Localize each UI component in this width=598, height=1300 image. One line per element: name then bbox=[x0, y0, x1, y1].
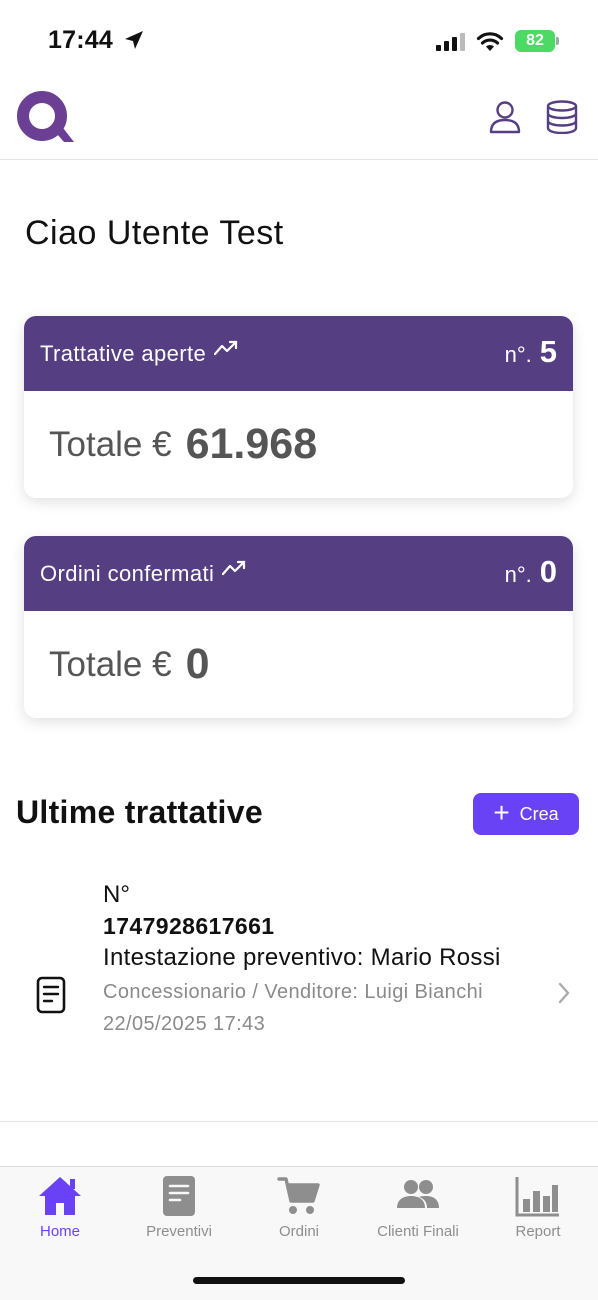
tab-label: Home bbox=[39, 1223, 80, 1240]
status-bar: 17:44 82 bbox=[0, 0, 598, 82]
create-deal-button[interactable]: + Crea bbox=[473, 793, 579, 835]
app-logo[interactable] bbox=[16, 88, 74, 151]
deal-date: 22/05/2025 17:43 bbox=[103, 1013, 266, 1035]
bar-chart-icon bbox=[515, 1177, 559, 1217]
create-label: Crea bbox=[519, 803, 559, 824]
deal-seller: Concessionario / Venditore: Luigi Bianch… bbox=[103, 981, 483, 1003]
tab-report[interactable]: Report bbox=[478, 1175, 598, 1251]
card-title: Ordini confermati bbox=[40, 560, 215, 586]
document-icon bbox=[36, 976, 66, 1019]
card-body: Totale € 0 bbox=[24, 611, 573, 718]
tab-ordini[interactable]: Ordini bbox=[239, 1175, 359, 1251]
card-body: Totale € 61.968 bbox=[24, 391, 573, 498]
battery-level: 82 bbox=[515, 30, 555, 52]
trend-icon bbox=[214, 340, 238, 361]
battery-cap bbox=[556, 37, 559, 45]
open-deals-card[interactable]: Trattative aperte n°. 5 Totale € 61.968 bbox=[24, 316, 573, 498]
status-time: 17:44 bbox=[48, 26, 113, 54]
card-title: Trattative aperte bbox=[40, 340, 207, 366]
location-arrow-icon bbox=[124, 30, 144, 55]
count-value: 0 bbox=[539, 554, 557, 589]
coins-stack-icon bbox=[546, 100, 578, 134]
tab-clienti-finali[interactable]: Clienti Finali bbox=[358, 1175, 478, 1251]
tab-preventivi[interactable]: Preventivi bbox=[119, 1175, 239, 1251]
tab-label: Clienti Finali bbox=[377, 1223, 459, 1240]
tab-label: Report bbox=[515, 1223, 561, 1240]
home-icon bbox=[39, 1177, 81, 1215]
tab-home[interactable]: Home bbox=[0, 1175, 120, 1251]
wifi-icon bbox=[476, 30, 504, 57]
count-value: 5 bbox=[539, 334, 557, 369]
total-value: 0 bbox=[185, 640, 210, 688]
count-prefix: n°. bbox=[504, 562, 532, 587]
profile-button[interactable] bbox=[484, 96, 526, 138]
total-label: Totale € bbox=[49, 424, 172, 464]
app-header bbox=[0, 82, 598, 160]
card-header: Trattative aperte n°. 5 bbox=[24, 316, 573, 391]
deal-details: N° 1747928617661 Intestazione preventivo… bbox=[103, 880, 523, 1040]
battery-indicator: 82 bbox=[515, 30, 559, 52]
card-header: Ordini confermati n°. 0 bbox=[24, 536, 573, 611]
chevron-right-icon bbox=[557, 982, 571, 1009]
trend-icon bbox=[222, 560, 246, 581]
deal-holder: Intestazione preventivo: Mario Rossi bbox=[103, 944, 501, 971]
card-count: n°. 0 bbox=[505, 554, 557, 590]
user-icon bbox=[489, 101, 521, 134]
card-count: n°. 5 bbox=[505, 334, 557, 370]
home-indicator bbox=[193, 1277, 405, 1284]
confirmed-orders-card[interactable]: Ordini confermati n°. 0 Totale € 0 bbox=[24, 536, 573, 718]
list-item[interactable]: N° 1747928617661 Intestazione preventivo… bbox=[0, 870, 598, 1122]
count-prefix: n°. bbox=[504, 342, 532, 367]
total-value: 61.968 bbox=[185, 420, 318, 468]
greeting: Ciao Utente Test bbox=[25, 214, 284, 252]
plus-icon: + bbox=[493, 796, 510, 828]
tab-bar: Home Preventivi Ordini Clienti Finali Re… bbox=[0, 1166, 598, 1300]
tab-label: Ordini bbox=[278, 1223, 319, 1240]
coins-button[interactable] bbox=[541, 96, 583, 138]
latest-deals-title: Ultime trattative bbox=[16, 794, 263, 830]
document-icon bbox=[163, 1176, 195, 1216]
deal-number-label: N° bbox=[103, 881, 130, 908]
deal-number: 1747928617661 bbox=[103, 913, 275, 939]
cellular-signal-icon bbox=[436, 32, 466, 57]
cart-icon bbox=[277, 1177, 320, 1214]
total-label: Totale € bbox=[49, 644, 172, 684]
people-icon bbox=[397, 1180, 439, 1208]
tab-label: Preventivi bbox=[146, 1223, 212, 1240]
